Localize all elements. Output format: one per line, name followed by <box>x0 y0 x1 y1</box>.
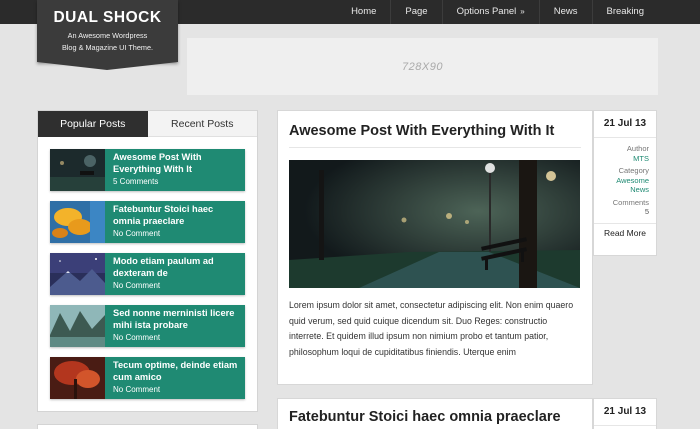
ad-banner[interactable]: 728X90 <box>187 38 658 95</box>
nav-item-breaking[interactable]: Breaking <box>591 0 659 24</box>
sidebar-widget <box>37 424 258 429</box>
nav-label: News <box>553 6 578 17</box>
post-title: Modo etiam paulum ad dexteram de <box>113 256 214 278</box>
nav-label: Options Panel <box>456 6 517 17</box>
divider <box>289 147 581 148</box>
article-card: Fatebuntur Stoici haec omnia praeclare <box>277 398 593 429</box>
post-text: Fatebuntur Stoici haec omnia praeclare N… <box>105 201 245 243</box>
nav-item-options-panel[interactable]: Options Panel» <box>441 0 539 24</box>
post-comments: No Comment <box>113 229 161 238</box>
list-item[interactable]: Tecum optime, deinde etiam cum amico No … <box>50 357 245 399</box>
nav-item-news[interactable]: News <box>538 0 592 24</box>
logo-tagline-line-1: An Awesome Wordpress <box>67 31 148 40</box>
meta-category: Category Awesome News <box>594 166 656 195</box>
list-item[interactable]: Awesome Post With Everything With It 5 C… <box>50 149 245 191</box>
post-comments: 5 Comments <box>113 177 159 186</box>
post-thumbnail <box>50 253 105 295</box>
nav-label: Page <box>405 6 428 17</box>
list-item[interactable]: Sed nonne merninisti licere mihi ista pr… <box>50 305 245 347</box>
post-title: Sed nonne merninisti licere mihi ista pr… <box>113 308 235 330</box>
widget-tabs: Popular Posts Recent Posts <box>38 111 257 137</box>
ad-label: 728X90 <box>402 60 443 73</box>
article-meta-box: 21 Jul 13 <box>593 398 657 429</box>
article-title[interactable]: Awesome Post With Everything With It <box>278 111 592 139</box>
list-item[interactable]: Modo etiam paulum ad dexteram de No Comm… <box>50 253 245 295</box>
post-text: Sed nonne merninisti licere mihi ista pr… <box>105 305 245 347</box>
sidebar-tabs-widget: Popular Posts Recent Posts Awesome Post … <box>37 110 258 412</box>
post-thumbnail <box>50 201 105 243</box>
post-text: Tecum optime, deinde etiam cum amico No … <box>105 357 245 399</box>
post-comments: No Comment <box>113 333 161 342</box>
article-title[interactable]: Fatebuntur Stoici haec omnia praeclare <box>278 399 592 425</box>
double-chevron-right-icon: » <box>520 7 525 16</box>
article-excerpt: Lorem ipsum dolor sit amet, consectetur … <box>289 300 574 357</box>
article-featured-image[interactable] <box>289 160 580 288</box>
list-item[interactable]: Fatebuntur Stoici haec omnia praeclare N… <box>50 201 245 243</box>
main-nav: Home Page Options Panel» News Breaking <box>337 0 658 24</box>
nav-item-page[interactable]: Page <box>390 0 441 24</box>
tab-popular-posts[interactable]: Popular Posts <box>38 111 148 137</box>
author-link[interactable]: MTS <box>594 154 649 164</box>
meta-comments: Comments 5 <box>594 198 656 217</box>
category-link-awesome[interactable]: Awesome <box>594 176 649 186</box>
author-label: Author <box>626 144 649 153</box>
nav-label: Breaking <box>606 6 645 17</box>
category-label: Category <box>618 166 649 175</box>
post-comments: No Comment <box>113 385 161 394</box>
post-thumbnail <box>50 305 105 347</box>
tab-recent-posts[interactable]: Recent Posts <box>147 111 257 137</box>
comments-count[interactable]: 5 <box>594 207 649 217</box>
nav-label: Home <box>351 6 377 17</box>
logo-tagline-line-2: Blog & Magazine UI Theme. <box>61 43 154 52</box>
post-thumbnail <box>50 149 105 191</box>
nav-item-home[interactable]: Home <box>337 0 390 24</box>
article-meta-box: 21 Jul 13 Author MTS Category Awesome Ne… <box>593 110 657 256</box>
post-text: Modo etiam paulum ad dexteram de No Comm… <box>105 253 245 295</box>
site-logo[interactable]: DUAL SHOCK An Awesome Wordpress Blog & M… <box>37 0 178 70</box>
comments-label: Comments <box>612 197 649 207</box>
category-link-news[interactable]: News <box>594 185 649 195</box>
post-comments: No Comment <box>113 281 161 290</box>
post-title: Awesome Post With Everything With It <box>113 152 202 174</box>
article-card: Awesome Post With Everything With It Lor… <box>277 110 593 385</box>
post-text: Awesome Post With Everything With It 5 C… <box>105 149 245 191</box>
post-thumbnail <box>50 357 105 399</box>
read-more-button[interactable]: Read More <box>594 222 656 242</box>
post-title: Tecum optime, deinde etiam cum amico <box>113 360 238 382</box>
logo-title: DUAL SHOCK <box>53 9 162 26</box>
logo-tagline: An Awesome Wordpress Blog & Magazine UI … <box>37 30 178 54</box>
popular-post-list: Awesome Post With Everything With It 5 C… <box>38 137 257 399</box>
post-title: Fatebuntur Stoici haec omnia praeclare <box>113 204 214 226</box>
article-date: 21 Jul 13 <box>594 399 656 426</box>
meta-author: Author MTS <box>594 144 656 163</box>
article-date: 21 Jul 13 <box>594 111 656 138</box>
